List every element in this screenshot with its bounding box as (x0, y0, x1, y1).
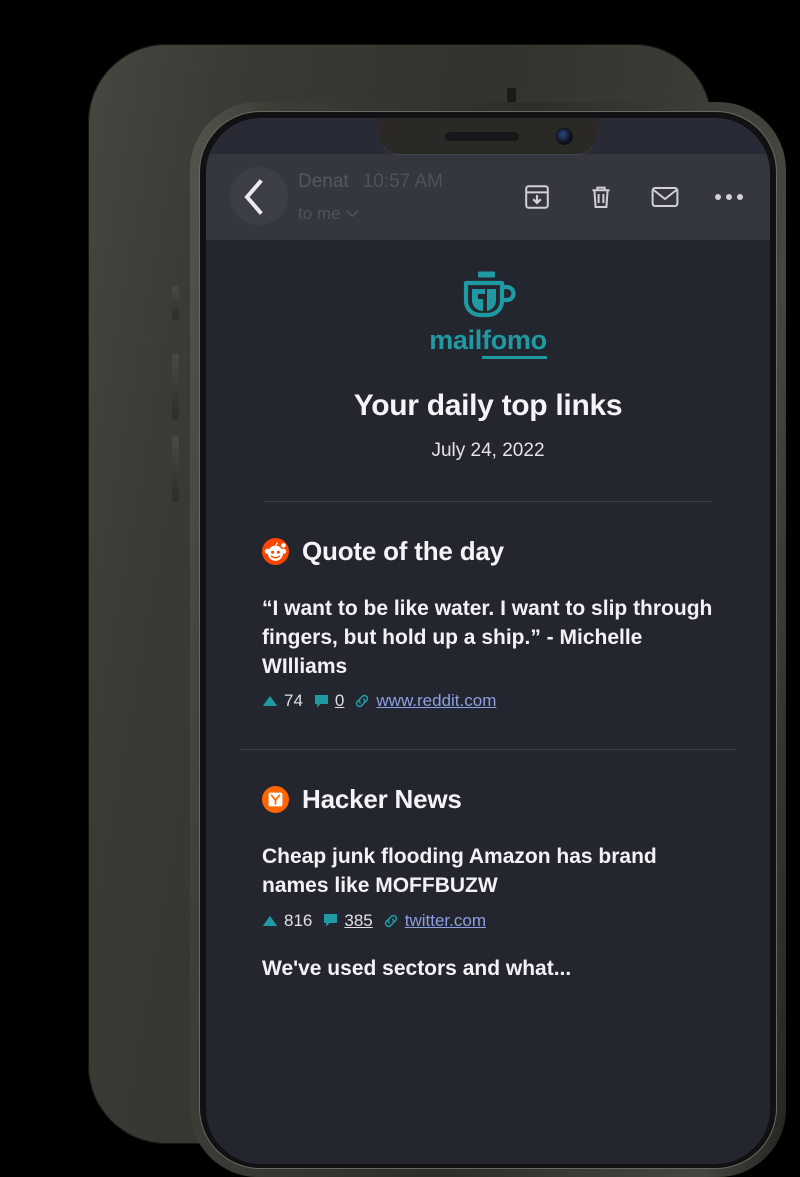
delete-button[interactable] (586, 182, 616, 212)
hacker-news-icon (262, 786, 289, 814)
archive-button[interactable] (522, 182, 552, 212)
item-title: Cheap junk flooding Amazon has brand nam… (262, 845, 657, 898)
speaker-grille-icon (445, 132, 520, 141)
front-camera-icon (557, 129, 572, 144)
section-hacker-news: Hacker News Cheap junk flooding Amazon h… (262, 750, 714, 975)
item-meta-row: 816 385 twitter.com (262, 911, 714, 931)
wordmark-mail: mail (429, 325, 483, 355)
phone-screen: Denat 10:57 AM to me mail fomo Your dail… (206, 118, 770, 1164)
envelope-icon (651, 187, 679, 207)
item-title: “I want to be like water. I want to slip… (262, 597, 713, 678)
recipient-line[interactable]: to me (298, 204, 522, 224)
trash-icon (592, 186, 610, 208)
sender-name: Denat (298, 170, 349, 192)
upvote-count: 816 (284, 910, 313, 930)
upvote-icon (262, 695, 278, 707)
list-item: Cheap junk flooding Amazon has brand nam… (262, 815, 714, 931)
upvote-icon (262, 915, 278, 927)
email-sender-block: Denat 10:57 AM to me (294, 171, 522, 224)
notch (378, 118, 598, 154)
comment-icon (314, 694, 329, 709)
sender-line: Denat 10:57 AM (298, 171, 522, 193)
brand-block: mail fomo (262, 241, 714, 359)
brand-wordmark: mail fomo (429, 327, 547, 359)
chevron-left-icon (244, 179, 263, 215)
archive-icon (525, 185, 549, 209)
comment-icon (323, 913, 338, 928)
volume-up-button[interactable] (172, 354, 179, 420)
mail-toolbar: Denat 10:57 AM to me (206, 154, 770, 240)
coffee-cup-icon (463, 271, 516, 318)
page-title: Your daily top links (353, 389, 623, 422)
item-meta-row: 74 0 www.reddit.com (262, 691, 714, 711)
section-quote-of-the-day: Quote of the day “I want to be like wate… (262, 502, 714, 711)
comment-count-link[interactable]: 0 (335, 691, 344, 711)
silent-switch-button[interactable] (172, 286, 179, 320)
comment-count-link[interactable]: 385 (344, 911, 372, 931)
item-title: We've used sectors and what... (262, 956, 572, 975)
mark-unread-button[interactable] (650, 182, 680, 212)
toolbar-divider (206, 240, 770, 241)
antenna-band (507, 88, 516, 103)
toolbar-actions (522, 182, 770, 212)
link-icon (354, 693, 370, 709)
list-item: “I want to be like water. I want to slip… (262, 567, 714, 711)
upvote-count: 74 (284, 691, 303, 711)
reddit-icon (262, 538, 289, 565)
volume-down-button[interactable] (172, 436, 179, 502)
more-options-button[interactable] (714, 182, 744, 212)
source-link[interactable]: www.reddit.com (376, 691, 496, 711)
back-button[interactable] (212, 156, 294, 238)
section-header: Hacker News (262, 784, 714, 815)
more-horizontal-icon (715, 194, 743, 200)
section-title: Quote of the day (302, 536, 504, 566)
email-body: mail fomo Your daily top links July 24, … (206, 241, 770, 1164)
sender-timestamp: 10:57 AM (362, 170, 443, 192)
chevron-down-icon (345, 210, 359, 218)
phone-frame: Denat 10:57 AM to me mail fomo Your dail… (88, 44, 786, 1177)
link-icon (383, 913, 399, 929)
section-header: Quote of the day (262, 536, 714, 567)
wordmark-fomo: fomo (482, 327, 547, 359)
issue-date: July 24, 2022 (431, 440, 545, 461)
section-title: Hacker News (302, 784, 462, 815)
source-link[interactable]: twitter.com (405, 911, 486, 931)
recipient-label: to me (298, 203, 341, 223)
